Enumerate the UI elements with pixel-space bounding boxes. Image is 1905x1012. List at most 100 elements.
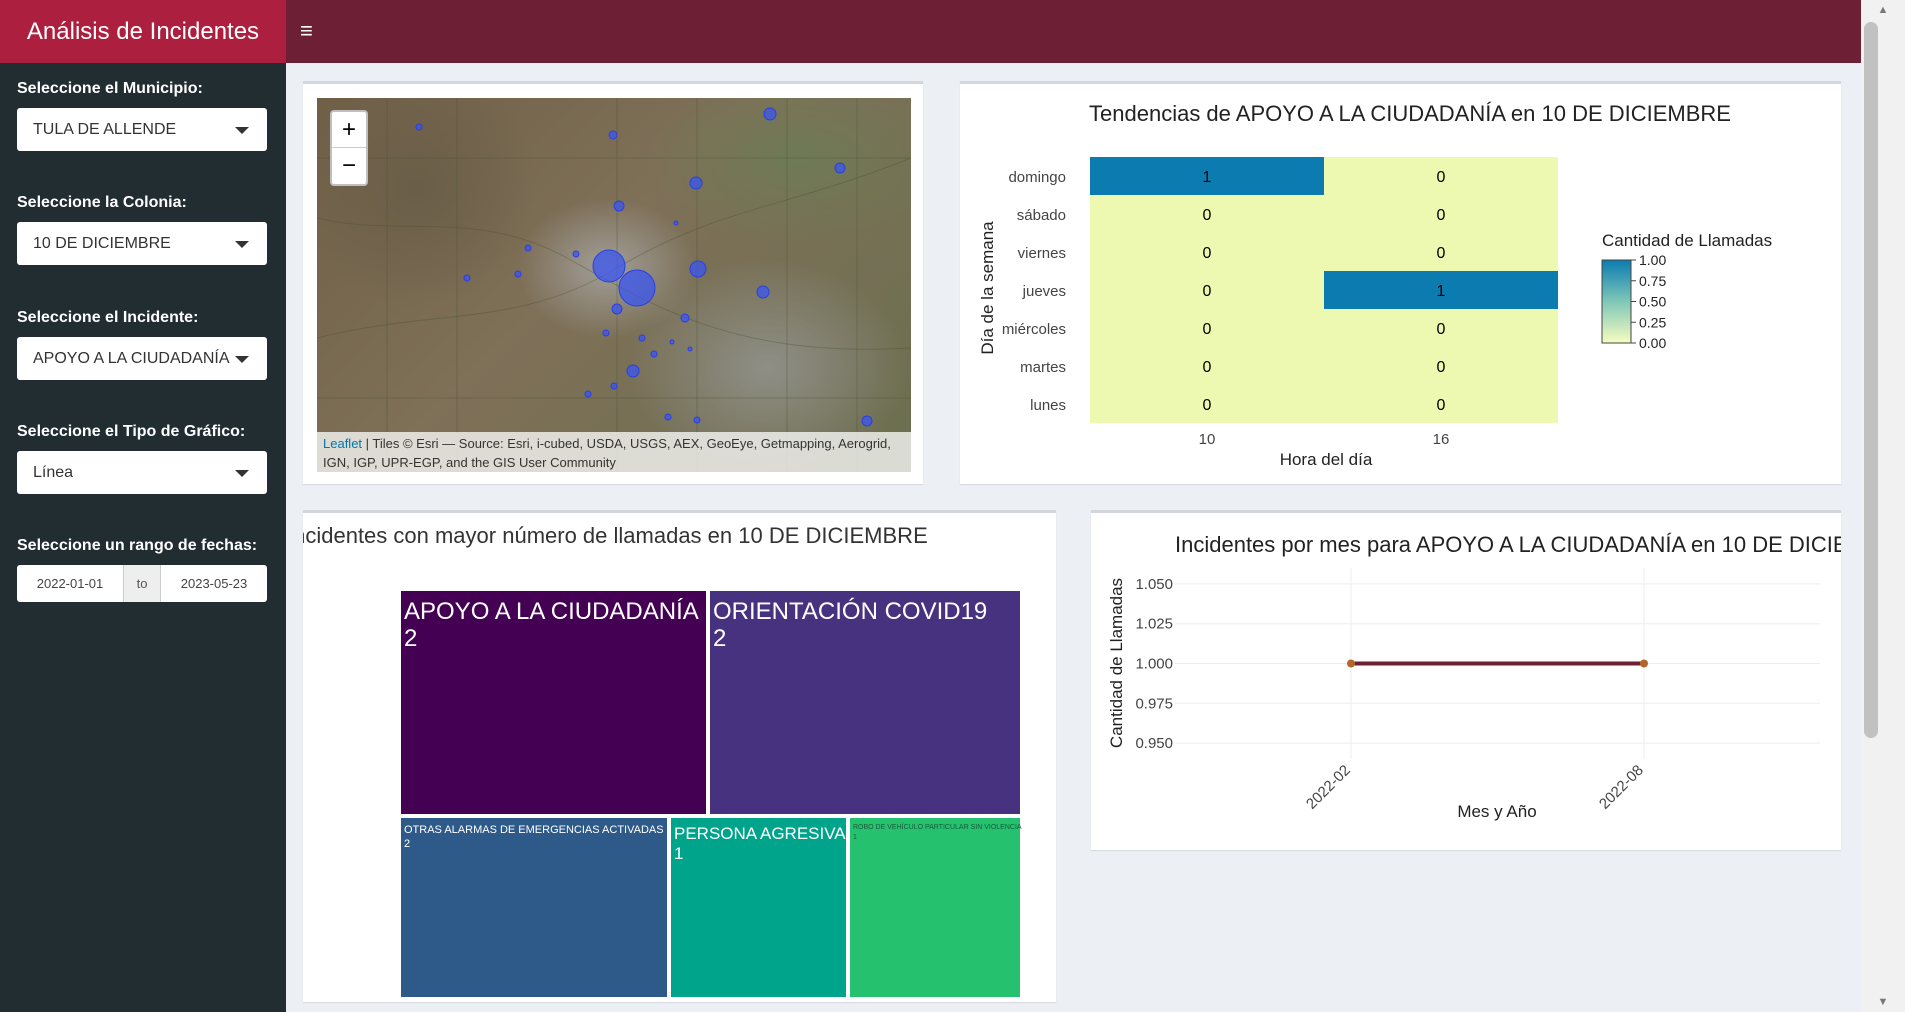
line-chart-xlabel: Mes y Año (1457, 802, 1536, 821)
treemap-tile[interactable] (401, 818, 667, 997)
date-range-label: Seleccione un rango de fechas: (17, 537, 258, 554)
incidente-control: Seleccione el Incidente: APOYO A LA CIUD… (17, 309, 267, 380)
scroll-down-arrow[interactable]: ▼ (1861, 992, 1905, 1012)
line-chart-title: Incidentes por mes para APOYO A LA CIUDA… (1175, 532, 1841, 557)
colorbar-tick: 1.00 (1639, 252, 1666, 268)
heatmap-y-tick: martes (1020, 359, 1066, 376)
line-chart-ylabel: Cantidad de Llamadas (1107, 578, 1126, 748)
heatmap-cell-value: 0 (1203, 321, 1212, 338)
attribution-text: | Tiles © Esri — Source: Esri, i-cubed, … (323, 436, 891, 470)
heatmap-x-tick: 10 (1199, 431, 1216, 448)
heatmap-y-tick: miércoles (1002, 321, 1066, 338)
municipio-control: Seleccione el Municipio: TULA DE ALLENDE (17, 80, 267, 151)
treemap-tile-value: 1 (674, 844, 683, 863)
map-attribution: Leaflet | Tiles © Esri — Source: Esri, i… (317, 432, 911, 472)
treemap-chart: Incidentes con mayor número de llamadas … (303, 523, 1022, 997)
heatmap-cell-value: 0 (1203, 207, 1212, 224)
heatmap-cell-value: 0 (1203, 245, 1212, 262)
colorbar-tick: 0.50 (1639, 294, 1666, 310)
colorbar-title: Cantidad de Llamadas (1602, 231, 1772, 250)
treemap-tile-value: 2 (404, 625, 417, 652)
heatmap-cell-value: 0 (1437, 321, 1446, 338)
treemap-tile-value: 2 (404, 838, 410, 850)
treemap-box: Incidentes con mayor número de llamadas … (303, 510, 1056, 1002)
heatmap-cell-value: 0 (1203, 359, 1212, 376)
y-tick-label: 1.025 (1135, 616, 1173, 633)
map-overlay (317, 98, 911, 472)
incidente-select[interactable]: APOYO A LA CIUDADANÍA (17, 337, 267, 380)
treemap-tile[interactable] (671, 818, 846, 997)
scroll-up-arrow[interactable]: ▲ (1861, 0, 1905, 20)
treemap-tile-value: 1 (853, 834, 857, 841)
series-point (1640, 659, 1648, 668)
heatmap-title: Tendencias de APOYO A LA CIUDADANÍA en 1… (1089, 101, 1731, 126)
heatmap-y-tick: lunes (1030, 397, 1066, 414)
treemap-tile-label: PERSONA AGRESIVA (674, 824, 846, 843)
heatmap-cell-value: 1 (1437, 283, 1446, 300)
vertical-scrollbar[interactable]: ▲ ▼ (1861, 0, 1905, 1012)
treemap-title: Incidentes con mayor número de llamadas … (303, 523, 928, 548)
heatmap-y-tick: sábado (1017, 207, 1066, 224)
chevron-down-icon (235, 356, 249, 363)
zoom-in-button[interactable]: + (332, 112, 366, 148)
incident-map[interactable]: + − Leaflet | Tiles © Esri — Source: Esr… (317, 98, 911, 472)
municipio-select[interactable]: TULA DE ALLENDE (17, 108, 267, 151)
colonia-value: 10 DE DICIEMBRE (33, 235, 171, 252)
colonia-control: Seleccione la Colonia: 10 DE DICIEMBRE (17, 194, 267, 265)
heatmap-ylabel: Día de la semana (978, 221, 997, 355)
start-date-input[interactable]: 2022-01-01 (17, 565, 123, 602)
colonia-label: Seleccione la Colonia: (17, 194, 187, 211)
heatmap-box: Tendencias de APOYO A LA CIUDADANÍA en 1… (960, 81, 1841, 484)
heatmap-x-tick: 16 (1433, 431, 1450, 448)
colonia-select[interactable]: 10 DE DICIEMBRE (17, 222, 267, 265)
line-chart-box: Incidentes por mes para APOYO A LA CIUDA… (1091, 510, 1841, 850)
y-tick-label: 1.000 (1135, 656, 1173, 673)
y-tick-label: 0.950 (1135, 735, 1173, 752)
scrollbar-thumb[interactable] (1864, 22, 1878, 738)
end-date-input[interactable]: 2023-05-23 (161, 565, 267, 602)
chevron-down-icon (235, 470, 249, 477)
heatmap-cell-value: 0 (1437, 245, 1446, 262)
treemap-tile-label: ROBO DE VEHÍCULO PARTICULAR SIN VIOLENCI… (853, 822, 1022, 831)
series-point (1347, 659, 1355, 668)
hamburger-icon[interactable]: ≡ (300, 18, 320, 44)
colorbar-tick: 0.75 (1639, 273, 1666, 289)
heatmap-y-tick: viernes (1018, 245, 1066, 262)
x-tick-label: 2022-02 (1303, 762, 1354, 813)
x-tick-label: 2022-08 (1596, 762, 1647, 813)
zoom-control: + − (330, 110, 368, 186)
municipio-label: Seleccione el Municipio: (17, 80, 203, 97)
colorbar-tick: 0.00 (1639, 335, 1666, 351)
treemap-tile-label: OTRAS ALARMAS DE EMERGENCIAS ACTIVADAS (404, 824, 664, 836)
incidente-label: Seleccione el Incidente: (17, 309, 199, 326)
app-title: Análisis de Incidentes (0, 0, 286, 63)
heatmap-xlabel: Hora del día (1280, 450, 1373, 469)
sidebar: Seleccione el Municipio: TULA DE ALLENDE… (0, 63, 286, 1012)
colorbar (1601, 259, 1632, 344)
date-range-control: Seleccione un rango de fechas: 2022-01-0… (17, 537, 267, 602)
colorbar-tick: 0.25 (1639, 314, 1666, 330)
date-range-input: 2022-01-01 to 2023-05-23 (17, 565, 267, 602)
heatmap-cell-value: 0 (1437, 169, 1446, 186)
heatmap-cell-value: 0 (1203, 283, 1212, 300)
treemap-tile-value: 2 (713, 625, 726, 652)
heatmap-cell-value: 0 (1437, 359, 1446, 376)
top-navbar: ≡ (286, 0, 1861, 63)
heatmap-y-tick: jueves (1022, 283, 1066, 300)
treemap-tile[interactable] (850, 818, 1020, 997)
municipio-value: TULA DE ALLENDE (33, 121, 177, 138)
line-chart: Incidentes por mes para APOYO A LA CIUDA… (1107, 532, 1841, 821)
tipo-grafico-select[interactable]: Línea (17, 451, 267, 494)
incidente-value: APOYO A LA CIUDADANÍA (33, 350, 230, 367)
tipo-grafico-label: Seleccione el Tipo de Gráfico: (17, 423, 246, 440)
zoom-out-button[interactable]: − (332, 148, 366, 184)
heatmap-chart: Tendencias de APOYO A LA CIUDADANÍA en 1… (978, 101, 1772, 469)
chevron-down-icon (235, 127, 249, 134)
y-tick-label: 1.050 (1135, 576, 1173, 593)
heatmap-cell-value: 1 (1203, 169, 1212, 186)
leaflet-link[interactable]: Leaflet (323, 436, 362, 451)
tipo-grafico-control: Seleccione el Tipo de Gráfico: Línea (17, 423, 267, 494)
treemap-tile-label: ORIENTACIÓN COVID19 (713, 598, 987, 625)
heatmap-cell-value: 0 (1437, 397, 1446, 414)
chevron-down-icon (235, 241, 249, 248)
